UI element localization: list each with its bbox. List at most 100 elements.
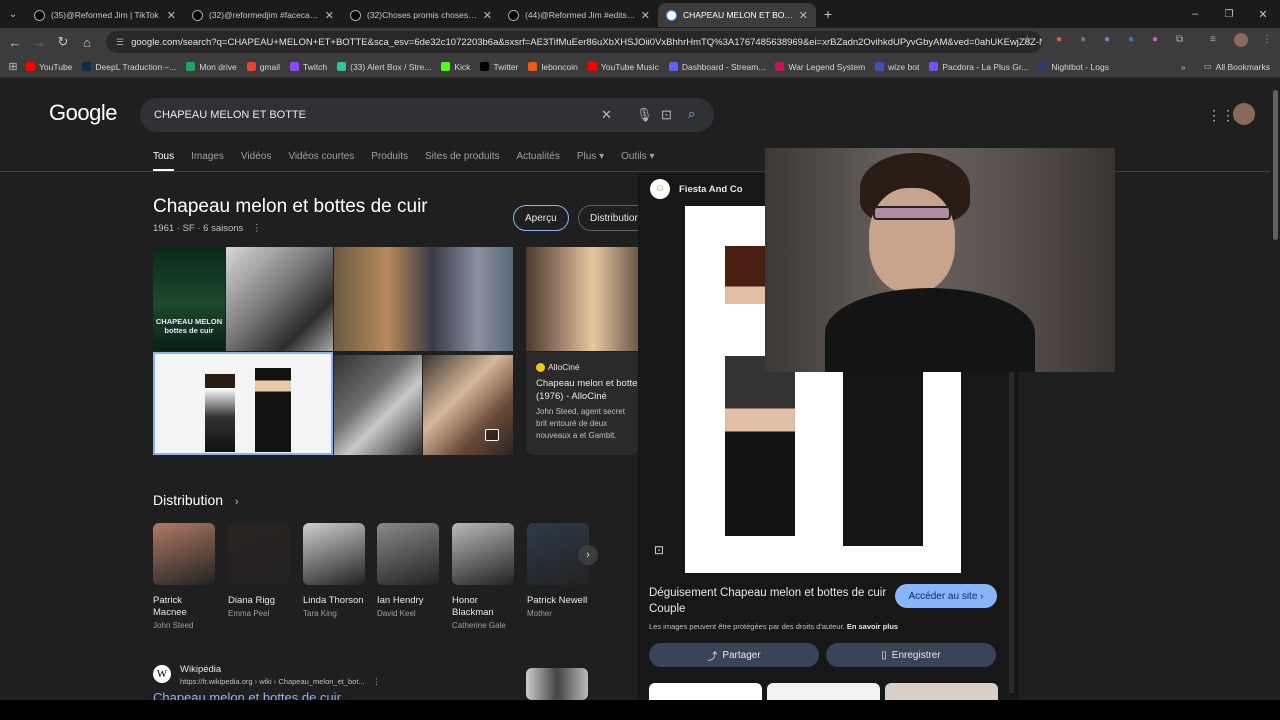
search-icon[interactable]: ⌕ [688, 106, 695, 122]
voice-search-icon[interactable]: 🎙 [636, 107, 653, 123]
tab-outils[interactable]: Outils ▾ [621, 151, 654, 171]
bookmark-item[interactable]: Twitter [480, 62, 518, 72]
cast-color-photo[interactable] [334, 247, 513, 351]
extension-icon-2[interactable]: ● [1080, 34, 1086, 45]
bookmark-item[interactable]: YouTube [26, 62, 72, 72]
search-box[interactable]: CHAPEAU MELON ET BOTTE [140, 98, 714, 132]
bookmark-item[interactable]: wize bot [875, 62, 919, 72]
cast-member[interactable]: Diana Rigg Emma Peel [228, 523, 290, 618]
scrollbar-thumb[interactable] [1273, 90, 1278, 240]
close-tab-icon[interactable]: ✕ [799, 9, 808, 22]
close-tab-icon[interactable]: ✕ [483, 9, 492, 22]
account-avatar[interactable] [1233, 103, 1255, 125]
cast-name: Patrick Macnee [153, 595, 187, 618]
wiki-link[interactable]: Chapeau melon et bottes de cuir [153, 690, 341, 700]
apps-grid-icon[interactable]: ⊞ [0, 60, 26, 73]
bookmark-item[interactable]: Dashboard - Stream... [668, 62, 765, 72]
tab-produits[interactable]: Produits [371, 151, 408, 171]
close-tab-icon[interactable]: ✕ [325, 9, 334, 22]
tab-sites-produits[interactable]: Sites de produits [425, 151, 500, 171]
tab-search-icon[interactable]: ⌄ [0, 9, 26, 20]
site-info-icon[interactable]: ☰ [116, 37, 124, 48]
cast-member[interactable]: Linda Thorson Tara King [303, 523, 365, 618]
share-button[interactable]: ⤴ Partager [649, 643, 819, 667]
more-options-icon[interactable]: ⋮ [252, 223, 262, 234]
wiki-thumbnail[interactable] [526, 668, 588, 700]
bookmark-item[interactable]: DeepL Traduction –... [82, 62, 176, 72]
forward-icon[interactable]: → [27, 35, 51, 50]
tab-3[interactable]: (32)Choses promis choses dus ✕ [342, 3, 500, 27]
more-bookmarks-icon[interactable]: » [1181, 62, 1186, 72]
tab-4[interactable]: (44)@Reformed Jim #edits#vira ✕ [500, 3, 658, 27]
profile-avatar-icon[interactable] [1234, 33, 1248, 47]
bookmark-item[interactable]: Nightbot - Logs [1038, 62, 1109, 72]
tab-actualites[interactable]: Actualités [516, 151, 559, 171]
bookmark-favicon-icon [26, 62, 35, 71]
bookmark-item[interactable]: Pacdora - La Plus Gr... [929, 62, 1028, 72]
bookmark-item[interactable]: Mon drive [186, 62, 237, 72]
bookmark-item[interactable]: gmail [246, 62, 280, 72]
related-thumb-2[interactable] [767, 683, 880, 700]
cast-member[interactable]: Patrick Macnee John Steed [153, 523, 215, 630]
address-bar[interactable]: ☰ google.com/search?q=CHAPEAU+MELON+ET+B… [106, 31, 1042, 53]
bookmark-item[interactable]: (33) Alert Box / Stre... [337, 62, 431, 72]
tab-2[interactable]: (32)@reformedjim #facecard # ✕ [184, 3, 342, 27]
tab-plus[interactable]: Plus ▾ [577, 151, 604, 171]
more-options-icon[interactable]: ⋮ [373, 677, 381, 686]
cast-photo-2[interactable] [334, 355, 422, 455]
tab-images[interactable]: Images [191, 151, 224, 171]
tab-title: (32)Choses promis choses dus [367, 10, 479, 20]
close-tab-icon[interactable]: ✕ [641, 9, 650, 22]
visit-site-button[interactable]: Accéder au site › [895, 584, 997, 608]
extension-icon-3[interactable]: ● [1104, 34, 1110, 45]
tab-videos[interactable]: Vidéos [241, 151, 271, 171]
reload-icon[interactable]: ↻ [51, 34, 75, 50]
clear-search-icon[interactable]: ✕ [601, 107, 612, 123]
poster-image[interactable]: CHAPEAU MELON bottes de cuir [153, 247, 225, 351]
allocine-image[interactable] [526, 247, 638, 351]
bookmark-star-icon[interactable]: ☆ [1022, 33, 1033, 47]
bookmark-item[interactable]: leboncoin [528, 62, 578, 72]
save-button[interactable]: ▯ Enregistrer [826, 643, 996, 667]
extension-icon-1[interactable]: ● [1056, 34, 1062, 45]
selected-image[interactable] [153, 352, 333, 455]
home-icon[interactable]: ⌂ [75, 35, 99, 50]
bookmark-item[interactable]: Twitch [290, 62, 327, 72]
tab-1[interactable]: (35)@Reformed Jim | TikTok ✕ [26, 3, 184, 27]
new-tab-icon[interactable]: + [816, 6, 840, 22]
cast-member[interactable]: Patrick Newell Mother [527, 523, 589, 618]
close-tab-icon[interactable]: ✕ [167, 9, 176, 22]
back-icon[interactable]: ← [3, 35, 27, 50]
lens-icon[interactable]: ⊡ [654, 543, 664, 557]
cast-member[interactable]: Ian Hendry David Keel [377, 523, 439, 618]
lens-search-icon[interactable]: ⊡ [661, 107, 672, 123]
related-thumb-3[interactable] [885, 683, 998, 700]
all-bookmarks-folder[interactable]: ▭ All Bookmarks [1204, 61, 1270, 72]
restore-icon[interactable]: ❐ [1212, 9, 1246, 20]
chip-apercu[interactable]: Aperçu [513, 205, 569, 231]
site-name[interactable]: Fiesta And Co [679, 184, 743, 195]
chip-distribution[interactable]: Distribution [578, 205, 638, 231]
extension-icon-5[interactable]: ● [1152, 34, 1158, 45]
image-gallery-icon[interactable] [485, 429, 499, 441]
bookmark-item[interactable]: Kick [441, 62, 470, 72]
tab-5-active[interactable]: CHAPEAU MELON ET BOTTE - R ✕ [658, 3, 816, 27]
google-logo[interactable]: Google [49, 100, 117, 126]
tab-videos-courtes[interactable]: Vidéos courtes [288, 151, 354, 171]
browser-menu-icon[interactable]: ⋮ [1262, 34, 1272, 45]
bookmark-item[interactable]: YouTube Music [587, 62, 659, 72]
tab-tous[interactable]: Tous [153, 151, 175, 171]
cast-photo-3[interactable] [423, 355, 513, 455]
next-arrow-icon[interactable]: › [578, 545, 598, 565]
bw-photo-image[interactable] [226, 247, 333, 351]
distribution-heading[interactable]: Distribution › [153, 492, 239, 508]
learn-more-link[interactable]: En savoir plus [847, 622, 898, 631]
close-window-icon[interactable]: ✕ [1246, 8, 1280, 21]
related-thumb-1[interactable] [649, 683, 762, 700]
extensions-puzzle-icon[interactable]: ⧉ [1176, 34, 1183, 45]
cast-member[interactable]: Honor Blackman Catherine Gale [452, 523, 514, 630]
extension-icon-4[interactable]: ● [1128, 34, 1134, 45]
bookmark-item[interactable]: War Legend System [775, 62, 865, 72]
minimize-icon[interactable]: – [1178, 8, 1212, 20]
tab-search-icon[interactable]: ≡ [1210, 34, 1216, 45]
